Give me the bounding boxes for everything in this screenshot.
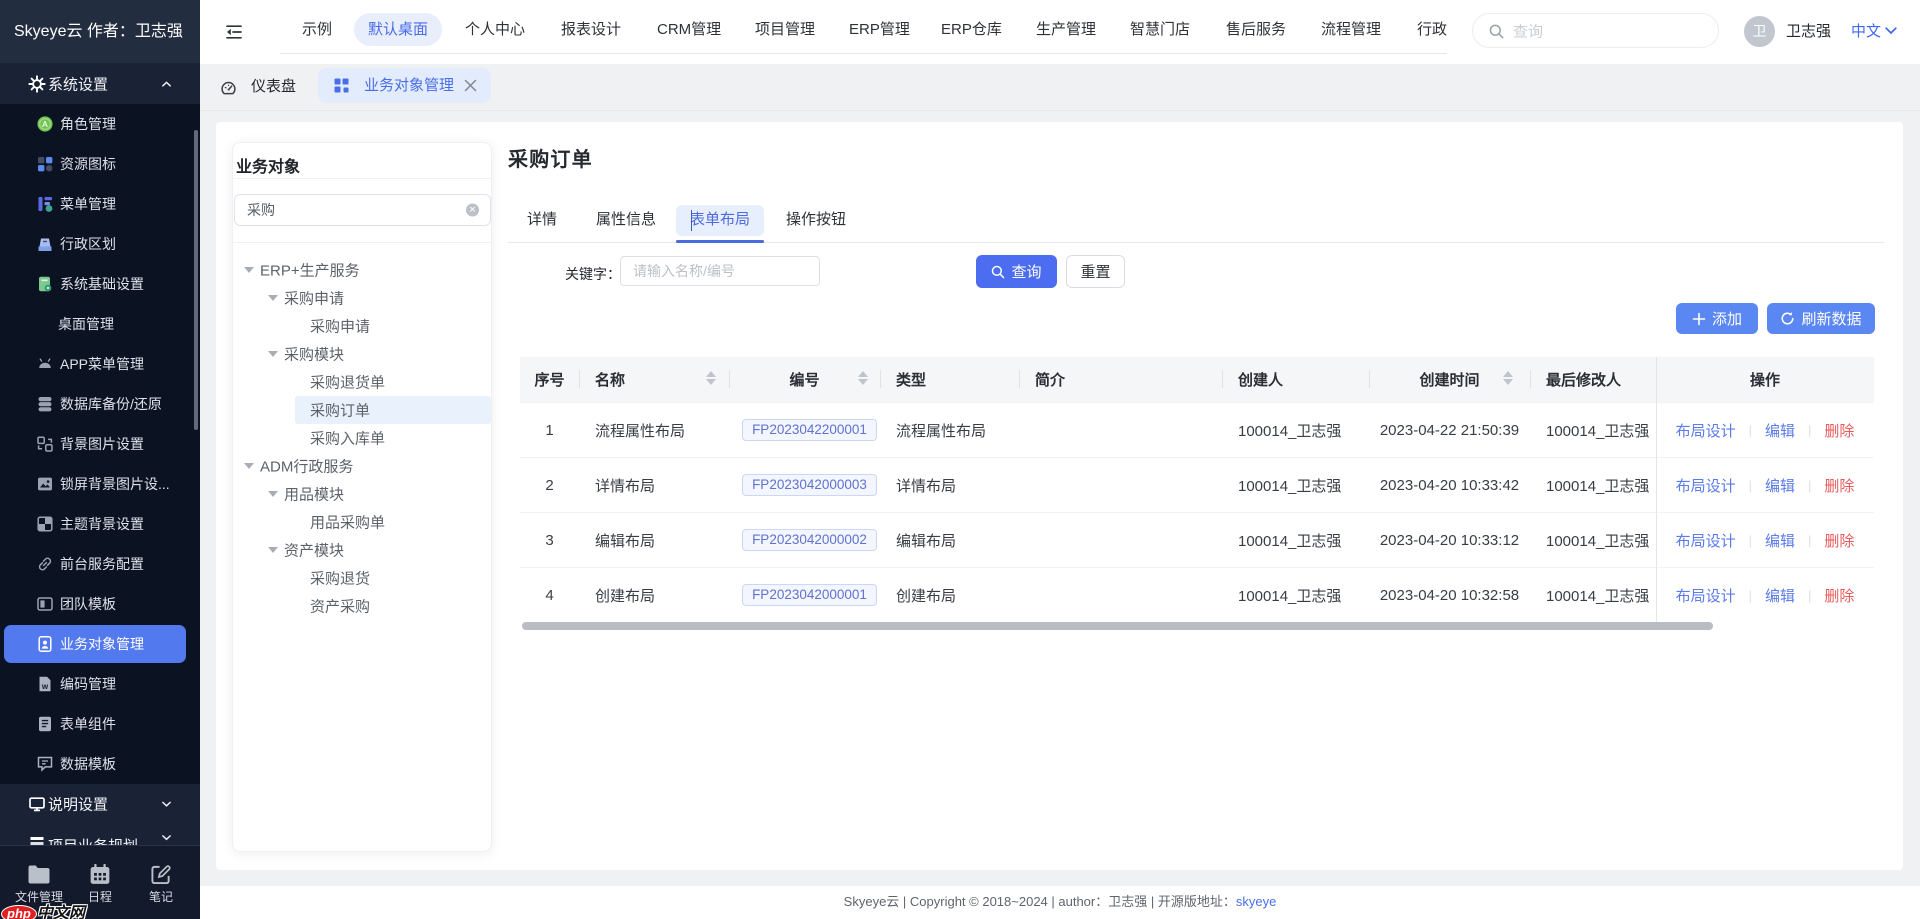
svg-text:A: A — [42, 119, 48, 129]
svg-text:w: w — [41, 682, 49, 691]
